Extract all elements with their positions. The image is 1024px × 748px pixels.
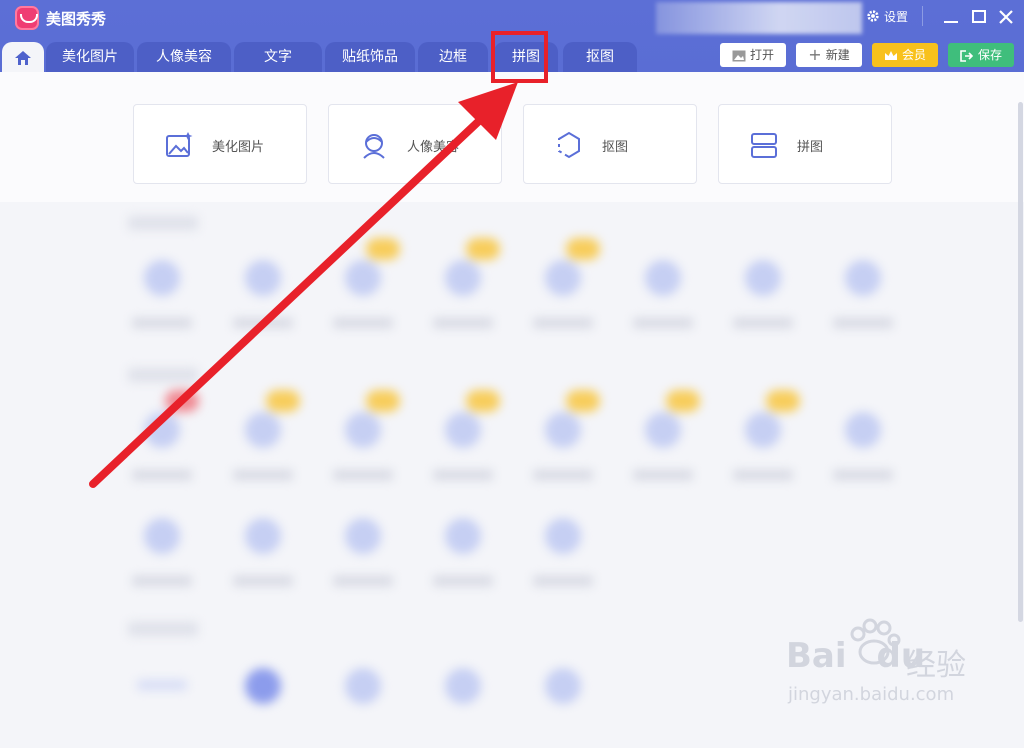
blurred-region: [656, 2, 862, 34]
plus-icon: +: [808, 45, 822, 64]
tab-home[interactable]: [2, 42, 44, 72]
settings-button[interactable]: 设置: [866, 8, 908, 25]
vip-label: 会员: [901, 48, 926, 62]
card-cutout-label: 抠图: [602, 140, 629, 155]
tool-item[interactable]: [127, 518, 197, 598]
tool-item[interactable]: [528, 238, 600, 340]
tab-frame[interactable]: 边框: [418, 42, 488, 72]
card-beautify-label: 美化图片: [212, 140, 265, 155]
tool-item[interactable]: [828, 260, 898, 340]
section-heading: [128, 622, 198, 636]
card-portrait-label: 人像美容: [407, 140, 460, 155]
tool-item[interactable]: [228, 390, 300, 492]
tool-item[interactable]: [328, 668, 398, 748]
tab-stickers[interactable]: 贴纸饰品: [325, 42, 415, 72]
section-heading: [128, 368, 198, 382]
baidu-watermark: Bai du 经验 jingyan.baidu.com: [786, 618, 996, 713]
main-tabs: 美化图片 人像美容 文字 贴纸饰品 边框 拼图 抠图: [0, 42, 700, 72]
tool-item[interactable]: [228, 518, 298, 598]
section-heading: [128, 216, 198, 230]
tool-item[interactable]: [228, 668, 298, 748]
tab-portrait[interactable]: 人像美容: [137, 42, 231, 72]
scrollbar[interactable]: [1018, 102, 1023, 622]
quick-actions: 美化图片 人像美容 抠图 拼图: [0, 72, 1024, 202]
tool-item[interactable]: [628, 390, 700, 492]
new-button[interactable]: + 新建: [796, 43, 862, 67]
card-collage[interactable]: 拼图: [718, 104, 892, 184]
tool-item[interactable]: [328, 390, 400, 492]
cutout-icon: [558, 131, 580, 159]
tool-item[interactable]: [528, 668, 598, 748]
crown-icon: [884, 51, 897, 60]
tab-text[interactable]: 文字: [234, 42, 322, 72]
tool-item[interactable]: [428, 668, 498, 748]
open-button[interactable]: 打开: [720, 43, 786, 67]
tab-beautify[interactable]: 美化图片: [46, 42, 134, 72]
minimize-icon[interactable]: [940, 6, 962, 28]
tool-item[interactable]: [428, 518, 498, 598]
card-cutout[interactable]: 抠图: [523, 104, 697, 184]
vip-button[interactable]: 会员: [872, 43, 938, 67]
export-icon: [960, 50, 974, 62]
app-logo-icon: [15, 6, 39, 30]
save-button[interactable]: 保存: [948, 43, 1014, 67]
tool-item[interactable]: [328, 238, 400, 340]
gear-icon: [867, 10, 879, 22]
tool-item[interactable]: [528, 518, 598, 598]
tool-item[interactable]: [228, 260, 298, 340]
tool-item[interactable]: [127, 390, 199, 492]
watermark-brand: Bai du: [786, 636, 926, 676]
card-beautify[interactable]: 美化图片: [133, 104, 307, 184]
tool-item[interactable]: [428, 390, 500, 492]
divider: [922, 6, 923, 26]
tool-item[interactable]: [428, 238, 500, 340]
tool-item[interactable]: [127, 668, 197, 748]
card-portrait[interactable]: 人像美容: [328, 104, 502, 184]
tool-item[interactable]: [828, 412, 898, 492]
tool-item[interactable]: [628, 260, 698, 340]
maximize-icon[interactable]: [968, 6, 990, 28]
tool-item[interactable]: [528, 390, 600, 492]
tool-item[interactable]: [728, 390, 800, 492]
watermark-cn: 经验: [906, 648, 966, 683]
tool-item[interactable]: [728, 260, 798, 340]
settings-label: 设置: [884, 10, 909, 24]
image-icon: [732, 50, 746, 62]
home-icon: [15, 51, 31, 65]
portrait-icon: [363, 134, 385, 159]
open-label: 打开: [749, 48, 774, 62]
app-title: 美图秀秀: [46, 10, 107, 28]
tab-cutout[interactable]: 抠图: [563, 42, 637, 72]
highlight-box: [491, 31, 548, 83]
collage-icon: [751, 133, 777, 158]
photo-edit-icon: [166, 132, 193, 157]
new-label: 新建: [825, 48, 850, 62]
tool-item[interactable]: [127, 260, 197, 340]
save-label: 保存: [977, 48, 1002, 62]
watermark-url: jingyan.baidu.com: [788, 684, 955, 705]
tool-item[interactable]: [328, 518, 398, 598]
card-collage-label: 拼图: [797, 140, 824, 155]
close-icon[interactable]: [995, 6, 1017, 28]
